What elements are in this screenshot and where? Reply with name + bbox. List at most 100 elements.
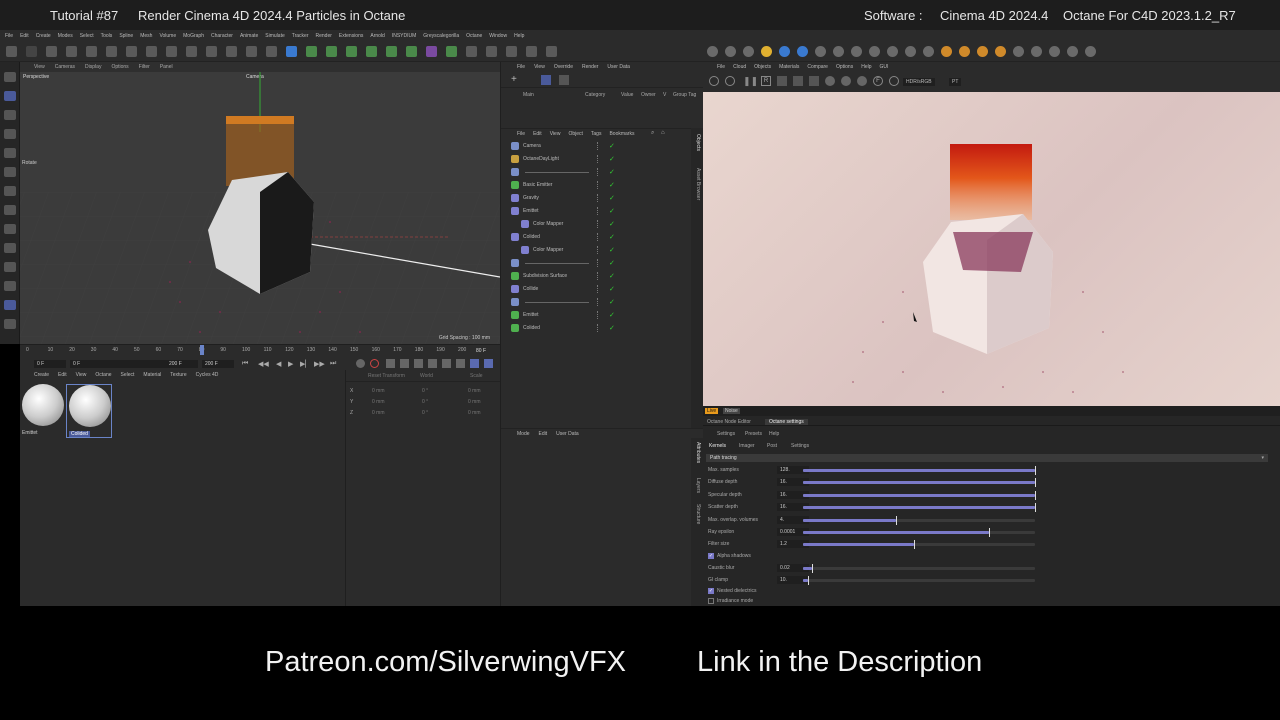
object-row[interactable]: Color Mapper ✓ (509, 244, 699, 256)
viewport-menu-options[interactable]: Options (111, 64, 128, 70)
color-space-dropdown[interactable]: HDR/sRGB (903, 78, 935, 86)
checkbox-checked-icon[interactable]: ✓ (708, 553, 714, 559)
coord-position[interactable]: 0 mm (372, 399, 385, 405)
object-row[interactable]: OctaneDayLight ✓ (509, 153, 699, 165)
timeline[interactable]: 0102030405060708090100110120130140150160… (20, 344, 500, 370)
menu-edit[interactable]: Edit (20, 33, 29, 39)
mode-tool-6-icon[interactable] (4, 167, 16, 177)
octane-tool-12-icon[interactable] (905, 46, 916, 57)
object-row[interactable]: Colided ✓ (509, 231, 699, 243)
visibility-dots[interactable] (597, 181, 603, 189)
menu-tools[interactable]: Tools (101, 33, 113, 39)
checkbox-checked-icon[interactable]: ✓ (708, 588, 714, 594)
menu-tracker[interactable]: Tracker (292, 33, 309, 39)
visibility-dots[interactable] (597, 285, 603, 293)
menu-simulate[interactable]: Simulate (265, 33, 284, 39)
viewport-menu-filter[interactable]: Filter (139, 64, 150, 70)
spline-icon[interactable] (326, 46, 337, 57)
layer-lock-icon[interactable] (541, 75, 551, 85)
param-slider-handle[interactable] (1035, 466, 1036, 475)
mode-tool-10-icon[interactable] (4, 243, 16, 253)
param-slider[interactable] (803, 490, 1036, 500)
coord-rotation[interactable]: 0 ° (422, 410, 428, 416)
grid-icon[interactable] (506, 46, 517, 57)
octane-tool-15-icon[interactable] (959, 46, 970, 57)
object-row[interactable]: ✓ (509, 257, 699, 269)
irradiance-mode-row[interactable]: Irradiance mode (707, 597, 907, 605)
param-slider[interactable] (803, 540, 1035, 550)
step-forward-icon[interactable]: ▶▏ (300, 360, 311, 368)
enabled-check-icon[interactable]: ✓ (609, 142, 615, 150)
menu-insydium[interactable]: INSYDIUM (392, 33, 416, 39)
obj-menu-view[interactable]: View (550, 131, 561, 137)
focus-picker-icon[interactable] (777, 76, 787, 86)
sphere-icon[interactable] (825, 76, 835, 86)
param-slider[interactable] (803, 515, 1035, 525)
kernel-preset-dropdown[interactable]: PT (949, 78, 962, 86)
checkbox-unchecked-icon[interactable] (708, 598, 714, 604)
kernel-dropdown[interactable]: Path tracing ▾ (706, 454, 1268, 462)
mode-tool-7-icon[interactable] (4, 186, 16, 196)
obj-menu-file[interactable]: File (517, 131, 525, 137)
param-slider-handle[interactable] (807, 576, 809, 586)
subtab-settings[interactable]: Settings (791, 443, 809, 449)
reset-transform-button[interactable]: Reset Transform (368, 373, 405, 379)
timeline-end-field[interactable]: 200 F (166, 360, 198, 368)
tab-help[interactable]: Help (769, 431, 779, 437)
tab-settings[interactable]: Settings (717, 431, 735, 437)
timeline-playhead[interactable] (200, 345, 204, 355)
noise-tab[interactable]: Noise (723, 408, 740, 414)
key-rotation-icon[interactable] (414, 359, 423, 368)
visibility-dots[interactable] (597, 311, 603, 319)
key-pla-icon[interactable] (456, 359, 465, 368)
visibility-dots[interactable] (597, 207, 603, 215)
pause-icon[interactable]: ❚❚ (743, 76, 758, 86)
mat-menu-select[interactable]: Select (121, 372, 135, 378)
enabled-check-icon[interactable]: ✓ (609, 207, 615, 215)
menu-volume[interactable]: Volume (159, 33, 176, 39)
menu-mograph[interactable]: MoGraph (183, 33, 204, 39)
param-slider-handle[interactable] (1035, 490, 1036, 500)
y-axis-icon[interactable] (166, 46, 177, 57)
move-icon[interactable] (66, 46, 77, 57)
key-position-icon[interactable] (400, 359, 409, 368)
subtab-kernels[interactable]: Kernels (709, 443, 726, 449)
menu-window[interactable]: Window (489, 33, 507, 39)
cube-icon[interactable] (286, 46, 297, 57)
ov-menu-cloud[interactable]: Cloud (733, 64, 746, 70)
mode-tool-5-icon[interactable] (4, 148, 16, 158)
menu-spline[interactable]: Spline (119, 33, 133, 39)
enabled-check-icon[interactable]: ✓ (609, 298, 615, 306)
enabled-check-icon[interactable]: ✓ (609, 155, 615, 163)
render-icon[interactable] (246, 46, 257, 57)
octane-tool-9-icon[interactable] (851, 46, 862, 57)
obj-menu-object[interactable]: Object (568, 131, 582, 137)
tab-node-editor[interactable]: Octane Node Editor (707, 419, 751, 425)
enabled-check-icon[interactable]: ✓ (609, 233, 615, 241)
mode-tool-2-icon[interactable] (4, 91, 16, 101)
param-slider[interactable] (803, 466, 1036, 475)
enabled-check-icon[interactable]: ✓ (609, 194, 615, 202)
timeline-ruler[interactable]: 0102030405060708090100110120130140150160… (20, 345, 500, 355)
viewport-menu-cameras[interactable]: Cameras (55, 64, 75, 70)
home-icon[interactable]: ⌂ (661, 130, 665, 136)
ov-menu-gui[interactable]: GUI (880, 64, 889, 70)
tab-octane-settings[interactable]: Octane settings (765, 419, 808, 425)
mat-menu-view[interactable]: View (76, 372, 87, 378)
enabled-check-icon[interactable]: ✓ (609, 272, 615, 280)
coord-size[interactable]: 0 mm (468, 399, 481, 405)
visibility-dots[interactable] (597, 194, 603, 202)
object-row[interactable]: ✓ (509, 166, 699, 178)
z-axis-icon[interactable] (186, 46, 197, 57)
scene-icon[interactable] (426, 46, 437, 57)
layer-menu-userdata[interactable]: User Data (607, 64, 630, 70)
enabled-check-icon[interactable]: ✓ (609, 168, 615, 176)
enabled-check-icon[interactable]: ✓ (609, 311, 615, 319)
object-row[interactable]: Collide ✓ (509, 283, 699, 295)
mode-tool-9-icon[interactable] (4, 224, 16, 234)
coord-scale-dropdown[interactable]: Scale (470, 373, 483, 379)
perspective-viewport[interactable]: View Cameras Display Options Filter Pane… (20, 62, 500, 344)
octane-tool-7-icon[interactable] (815, 46, 826, 57)
mat-menu-texture[interactable]: Texture (170, 372, 186, 378)
obj-menu-bookmarks[interactable]: Bookmarks (609, 131, 634, 137)
